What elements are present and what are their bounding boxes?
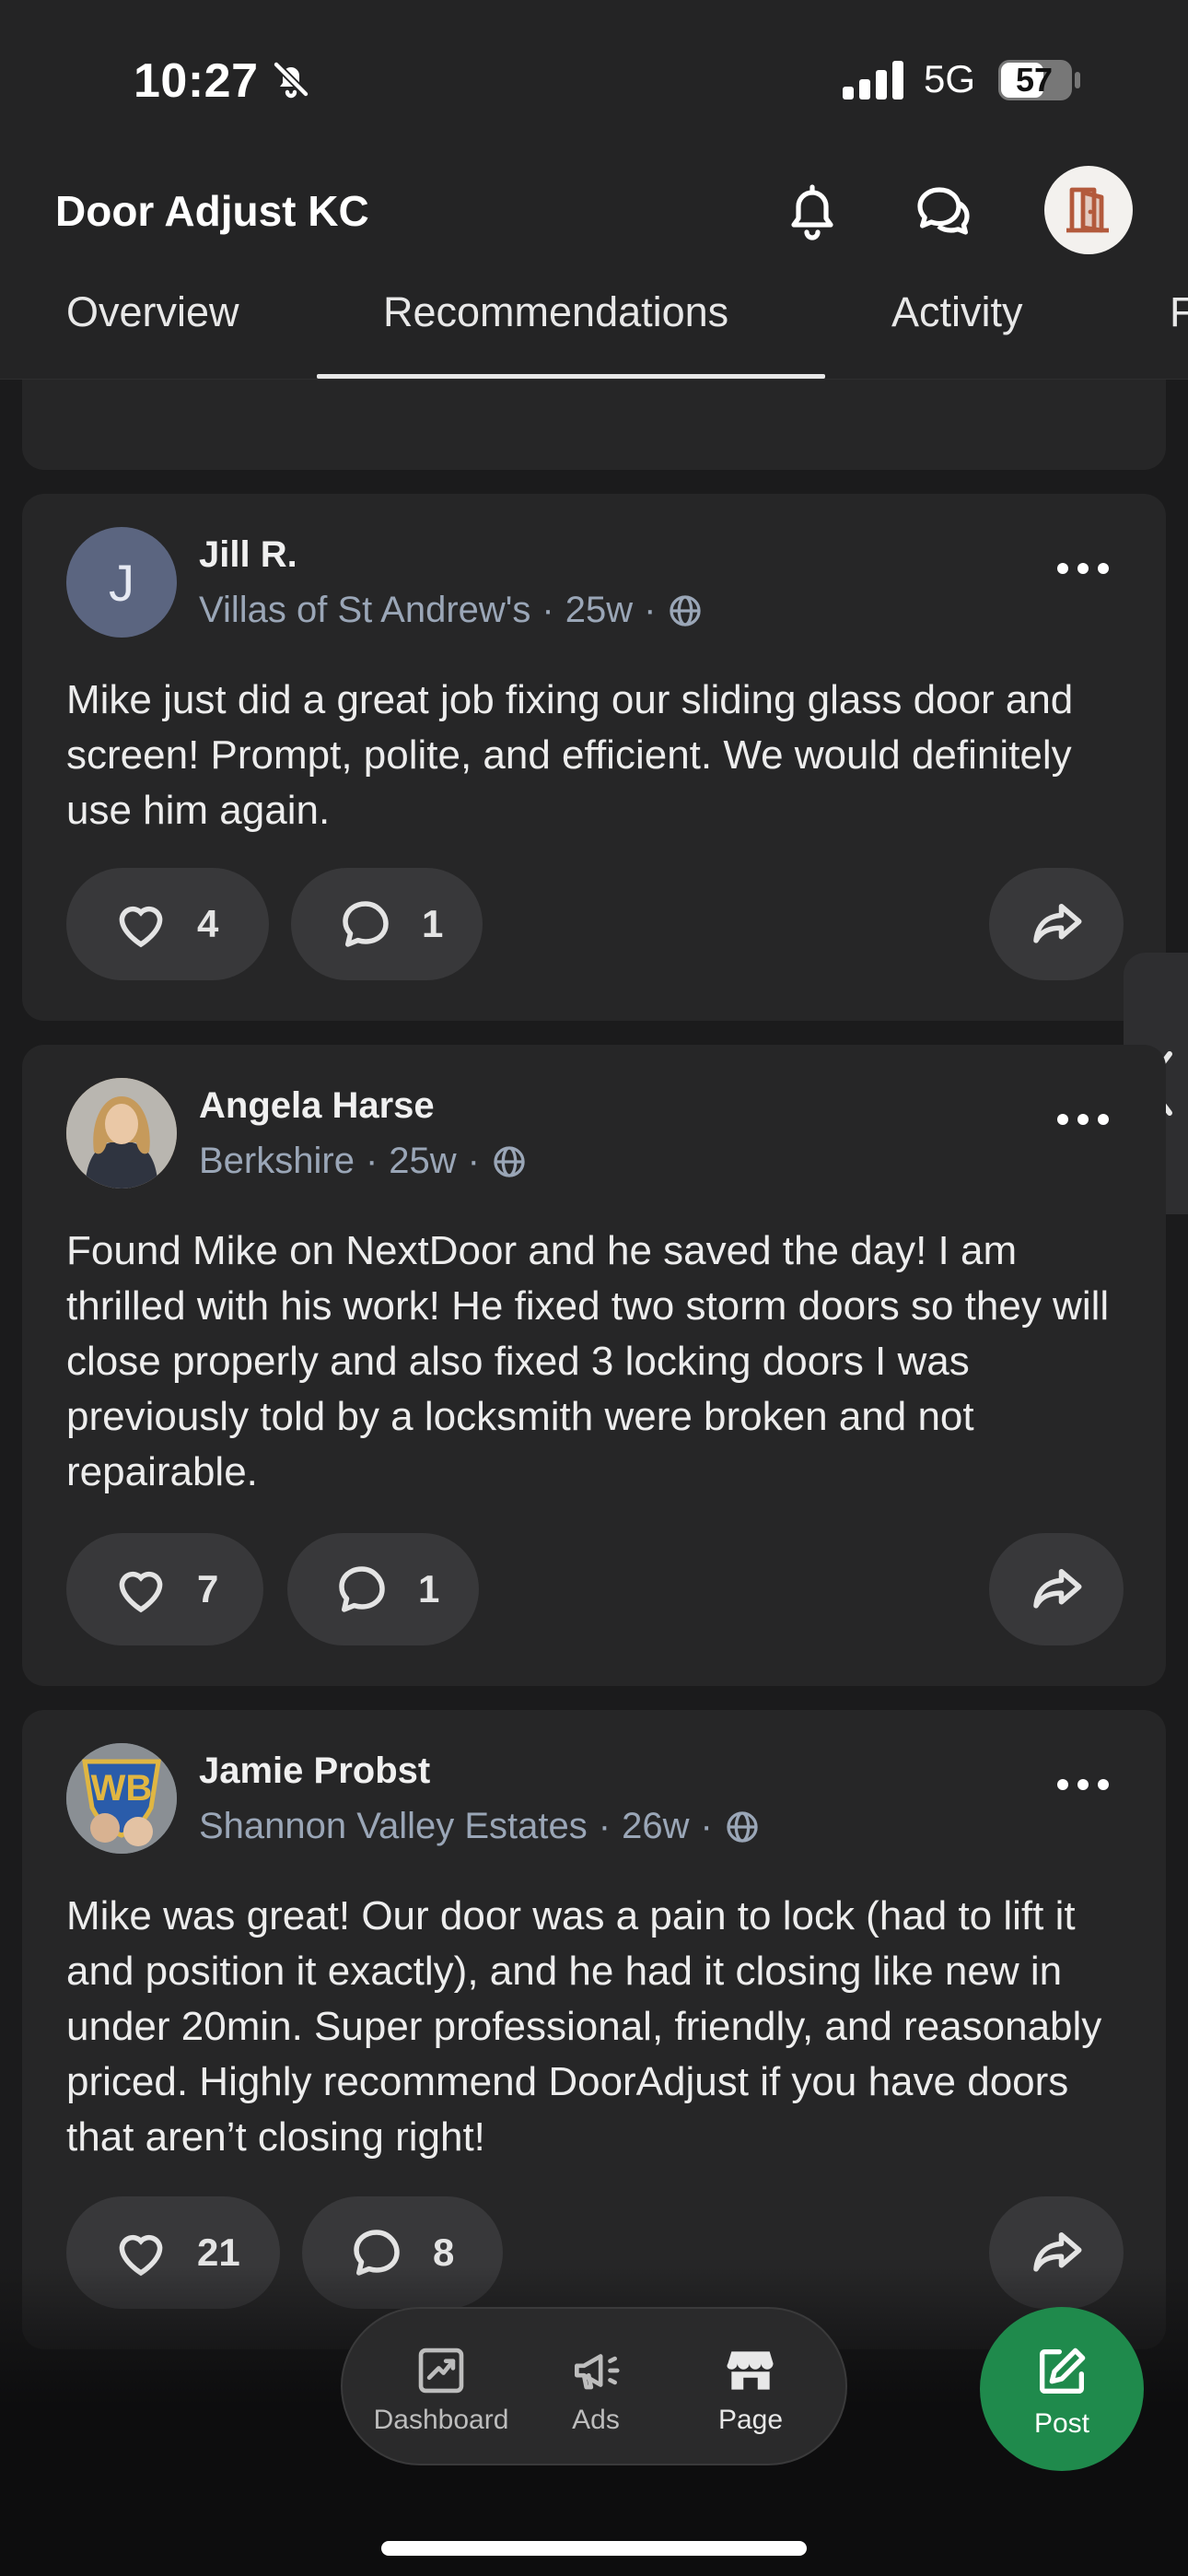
neighborhood[interactable]: Shannon Valley Estates [199, 1806, 588, 1847]
neighborhood[interactable]: Villas of St Andrew's [199, 590, 530, 631]
post-age: 25w [565, 590, 634, 630]
active-tab-indicator [317, 374, 825, 379]
post-button-label: Post [1033, 2408, 1090, 2439]
more-options-icon[interactable] [1055, 1106, 1111, 1133]
post-button[interactable]: Post [980, 2307, 1144, 2471]
storefront-icon [727, 2351, 774, 2390]
post-age: 26w [622, 1806, 690, 1846]
neighborhood[interactable]: Berkshire [199, 1141, 355, 1182]
globe-icon [727, 1810, 758, 1843]
separator: · [365, 1141, 379, 1181]
post-meta: Shannon Valley Estates · 26w · [199, 1806, 761, 1847]
svg-text:WB: WB [91, 1768, 153, 1809]
tab-recommendations[interactable]: Recommendations [383, 288, 728, 336]
nav-ads[interactable]: Ads [518, 2342, 674, 2436]
post-body: Mike was great! Our door was a pain to l… [66, 1893, 1102, 2160]
megaphone-icon [575, 2354, 620, 2390]
globe-icon [670, 594, 702, 626]
author-name[interactable]: Jamie Probst [199, 1751, 430, 1792]
nav-dashboard[interactable]: Dashboard [363, 2342, 519, 2436]
post-card: J Jill R. Villas of St Andrew's · 25w · … [22, 494, 1166, 1021]
avatar[interactable]: J [66, 527, 177, 638]
status-time: 10:27 [134, 54, 259, 108]
bottom-nav: Dashboard Ads Page [341, 2307, 847, 2465]
cellular-signal-icon [843, 61, 903, 100]
author-name[interactable]: Angela Harse [199, 1085, 435, 1127]
separator: · [467, 1141, 480, 1181]
nav-page[interactable]: Page [672, 2342, 829, 2436]
globe-icon [494, 1145, 525, 1177]
separator: · [542, 590, 554, 630]
battery-level: 57 [1015, 61, 1054, 99]
post-meta: Villas of St Andrew's · 25w · [199, 590, 704, 631]
like-count: 7 [197, 1567, 219, 1610]
separator: · [700, 1806, 713, 1846]
home-indicator[interactable] [381, 2541, 807, 2556]
avatar[interactable]: WB [66, 1743, 177, 1854]
comment-count: 1 [418, 1567, 440, 1610]
comment-icon [343, 901, 389, 947]
nav-label: Page [717, 2405, 784, 2435]
separator: · [598, 1806, 611, 1846]
comment-count: 1 [422, 902, 444, 945]
chart-trend-icon [418, 2348, 464, 2394]
tab-bar: Overview Recommendations Activity F [0, 129, 1188, 335]
previous-post-card [22, 380, 1166, 470]
post-card: WB Jamie Probst Shannon Valley Estates ·… [22, 1710, 1166, 2349]
share-arrow-icon [1033, 904, 1082, 943]
heart-icon [119, 906, 163, 948]
tab-partial[interactable]: F [1170, 288, 1188, 336]
comment-icon [339, 1566, 385, 1612]
like-button[interactable]: 4 [66, 868, 269, 980]
share-button[interactable] [989, 1533, 1124, 1645]
comment-button[interactable]: 1 [287, 1533, 479, 1645]
more-options-icon[interactable] [1055, 555, 1111, 582]
post-body: Found Mike on NextDoor and he saved the … [66, 1228, 1110, 1494]
tab-overview[interactable]: Overview [66, 288, 239, 336]
author-name[interactable]: Jill R. [199, 534, 297, 576]
heart-icon [119, 1571, 163, 1613]
comment-button[interactable]: 1 [291, 868, 483, 980]
silent-mode-icon [273, 61, 309, 99]
separator: · [644, 590, 657, 630]
nav-label: Ads [572, 2405, 620, 2435]
avatar-initial: J [109, 553, 134, 612]
share-button[interactable] [989, 868, 1124, 980]
tab-activity[interactable]: Activity [891, 288, 1023, 336]
profile-photo-icon [66, 1078, 177, 1188]
share-arrow-icon [1033, 1569, 1082, 1609]
post-meta: Berkshire · 25w · [199, 1141, 528, 1182]
nav-label: Dashboard [373, 2405, 509, 2435]
like-count: 4 [197, 902, 219, 945]
more-options-icon[interactable] [1055, 1771, 1111, 1798]
like-button[interactable]: 7 [66, 1533, 263, 1645]
avatar[interactable] [66, 1078, 177, 1188]
edit-icon [1040, 2348, 1086, 2394]
profile-photo-icon: WB [66, 1743, 177, 1854]
network-type: 5G [924, 57, 976, 100]
post-age: 25w [389, 1141, 457, 1181]
post-body: Mike just did a great job fixing our sli… [66, 677, 1074, 833]
post-card: Angela Harse Berkshire · 25w · Found Mik… [22, 1045, 1166, 1686]
